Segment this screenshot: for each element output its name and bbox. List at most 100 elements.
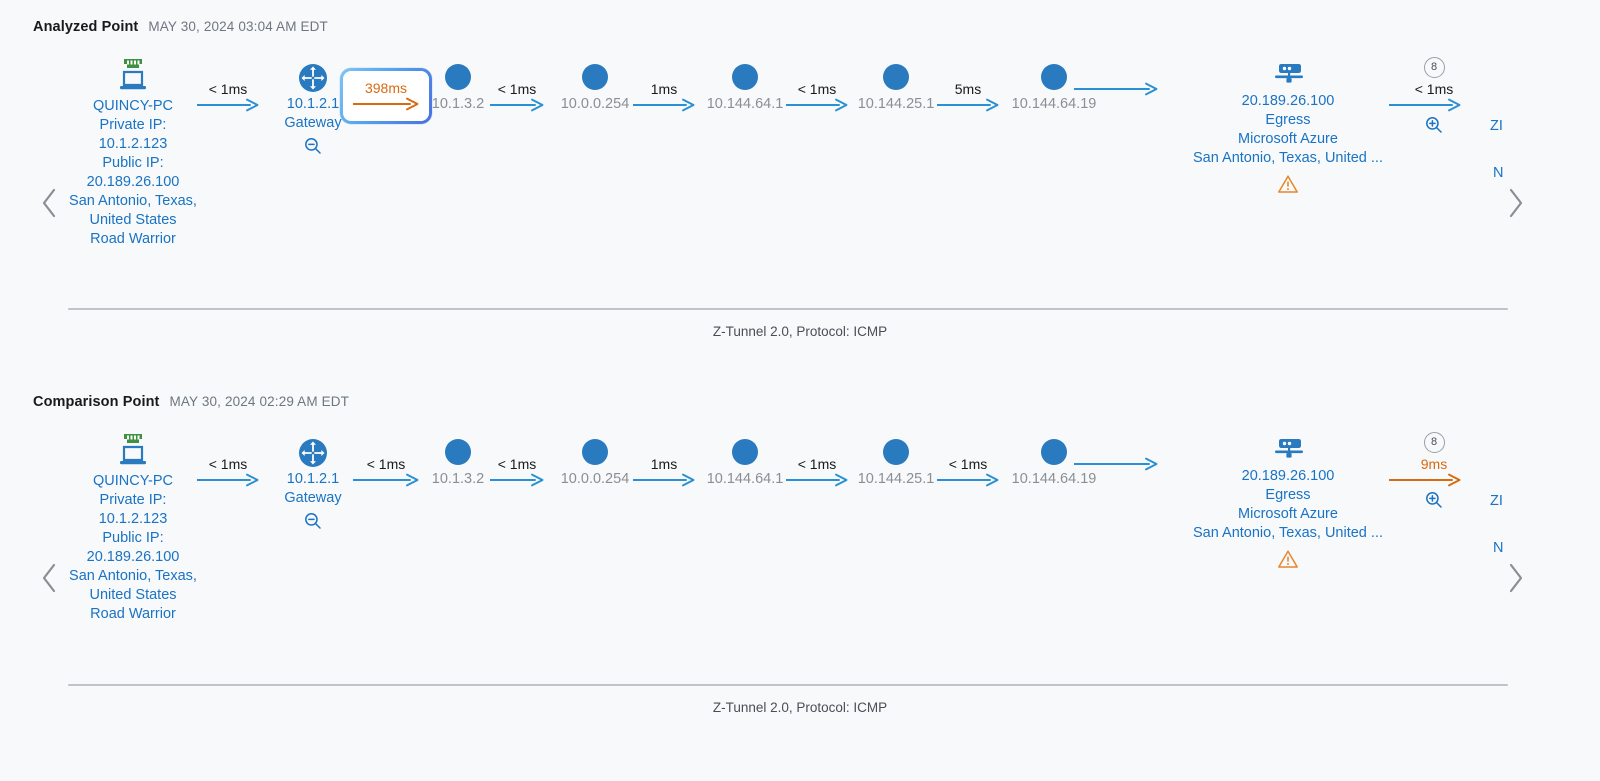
link-segment[interactable]: 1ms: [633, 456, 695, 487]
tunnel-protocol-note: Z-Tunnel 2.0, Protocol: ICMP: [712, 324, 888, 339]
egress-label: 20.189.26.100: [1241, 468, 1335, 484]
hop-ip-label: 10.144.25.1: [857, 471, 935, 487]
hop-count-badge: 8: [1423, 57, 1445, 78]
egress-label: Egress: [1265, 112, 1311, 128]
endpoint-label: QUINCY-PC: [92, 98, 174, 114]
link-latency-label: 1ms: [650, 81, 678, 97]
endpoint-label: 10.1.2.123: [98, 136, 168, 152]
link-segment[interactable]: < 1ms: [490, 456, 544, 487]
link-latency-label: 5ms: [954, 81, 982, 97]
egress-label: San Antonio, Texas, United ...: [1193, 150, 1383, 166]
hop-dot-icon: [445, 64, 471, 90]
endpoint-label: Private IP:: [99, 117, 167, 133]
egress-node-comparison[interactable]: 20.189.26.100 Egress Microsoft Azure San An…: [1178, 435, 1398, 569]
link-latency-label: < 1ms: [948, 456, 988, 472]
link-segment[interactable]: < 1ms: [197, 456, 259, 487]
link-segment[interactable]: [1074, 456, 1158, 471]
hop-node[interactable]: 10.144.25.1: [841, 439, 951, 487]
hop-dot-icon: [883, 439, 909, 465]
hop-dot-icon: [445, 439, 471, 465]
zoom-out-icon[interactable]: [238, 511, 388, 531]
link-latency-label: 398ms: [364, 80, 408, 96]
egress-label: Microsoft Azure: [1238, 131, 1338, 147]
link-latency-label: < 1ms: [797, 81, 837, 97]
warning-triangle-icon[interactable]: [1178, 549, 1398, 569]
egress-label: Egress: [1265, 487, 1311, 503]
endpoint-label: 10.1.2.123: [98, 511, 168, 527]
hop-dot-icon: [582, 64, 608, 90]
section-timestamp: MAY 30, 2024 03:04 AM EDT: [148, 19, 328, 34]
egress-label: San Antonio, Texas, United ...: [1193, 525, 1383, 541]
hop-dot-icon: [732, 439, 758, 465]
link-segment[interactable]: < 1ms: [786, 81, 848, 112]
edge-label-primary: ZI: [1490, 493, 1503, 509]
hop-node[interactable]: 10.144.25.1: [841, 64, 951, 112]
section-title: Analyzed Point: [33, 19, 139, 35]
hop-node[interactable]: 10.144.64.1: [690, 439, 800, 487]
endpoint-label: San Antonio, Texas, United States: [69, 568, 197, 603]
server-icon: [1178, 435, 1398, 465]
link-latency-label: 1ms: [650, 456, 678, 472]
link-latency-label: < 1ms: [497, 456, 537, 472]
link-latency-label: < 1ms: [208, 456, 248, 472]
hop-dot-icon: [1041, 64, 1067, 90]
final-link-analyzed[interactable]: 8 < 1ms: [1389, 57, 1479, 135]
link-latency-label: < 1ms: [366, 456, 406, 472]
edge-label-primary: ZI: [1490, 118, 1503, 134]
endpoint-label: Road Warrior: [90, 606, 176, 622]
gateway-label: Gateway: [284, 490, 342, 506]
network-path-comparison-view: Analyzed Point MAY 30, 2024 03:04 AM EDT: [0, 0, 1600, 781]
edge-label-secondary: N: [1493, 540, 1504, 556]
final-link-latency-label: 9ms: [1420, 456, 1448, 472]
endpoint-label: San Antonio, Texas, United States: [69, 193, 197, 228]
link-highlighted[interactable]: 398ms: [340, 68, 432, 124]
warning-triangle-icon[interactable]: [1178, 174, 1398, 194]
tunnel-protocol-note: Z-Tunnel 2.0, Protocol: ICMP: [712, 700, 888, 715]
hop-ip-label: 10.144.64.1: [706, 96, 784, 112]
section-header-comparison: Comparison Point MAY 30, 2024 02:29 AM E…: [33, 394, 349, 410]
link-segment[interactable]: 1ms: [633, 81, 695, 112]
link-segment[interactable]: < 1ms: [786, 456, 848, 487]
endpoint-label: 20.189.26.100: [86, 174, 180, 190]
next-path-button-analyzed[interactable]: [1504, 186, 1526, 220]
endpoint-label: Public IP:: [102, 530, 164, 546]
section-title: Comparison Point: [33, 394, 160, 410]
link-latency-label: < 1ms: [208, 81, 248, 97]
final-link-latency-label: < 1ms: [1414, 81, 1454, 97]
endpoint-label: Private IP:: [99, 492, 167, 508]
endpoint-label: Road Warrior: [90, 231, 176, 247]
section-divider: [68, 308, 1508, 310]
link-segment[interactable]: < 1ms: [490, 81, 544, 112]
link-segment[interactable]: < 1ms: [197, 81, 259, 112]
egress-label: 20.189.26.100: [1241, 93, 1335, 109]
zoom-out-icon[interactable]: [238, 136, 388, 156]
section-header-analyzed: Analyzed Point MAY 30, 2024 03:04 AM EDT: [33, 19, 328, 35]
egress-label: Microsoft Azure: [1238, 506, 1338, 522]
endpoint-node-comparison[interactable]: QUINCY-PC Private IP: 10.1.2.123 Public IP:…: [58, 430, 208, 624]
next-path-button-comparison[interactable]: [1504, 561, 1526, 595]
hop-dot-icon: [883, 64, 909, 90]
hop-ip-label: 10.144.64.19: [1011, 96, 1097, 112]
link-segment[interactable]: < 1ms: [937, 456, 999, 487]
link-segment[interactable]: < 1ms: [353, 456, 419, 487]
final-link-comparison[interactable]: 8 9ms: [1389, 432, 1479, 510]
hop-count-badge: 8: [1423, 432, 1445, 453]
zoom-in-icon[interactable]: [1389, 115, 1479, 135]
section-divider: [68, 684, 1508, 686]
hop-ip-label: 10.144.64.1: [706, 471, 784, 487]
hop-node[interactable]: 10.144.64.1: [690, 64, 800, 112]
laptop-ethernet-icon: [58, 55, 208, 95]
endpoint-node-analyzed[interactable]: QUINCY-PC Private IP: 10.1.2.123 Public IP:…: [58, 55, 208, 249]
link-segment[interactable]: [1074, 81, 1158, 96]
section-timestamp: MAY 30, 2024 02:29 AM EDT: [169, 394, 350, 409]
egress-node-analyzed[interactable]: 20.189.26.100 Egress Microsoft Azure San An…: [1178, 60, 1398, 194]
link-latency-label: < 1ms: [497, 81, 537, 97]
server-icon: [1178, 60, 1398, 90]
hop-dot-icon: [1041, 439, 1067, 465]
zoom-in-icon[interactable]: [1389, 490, 1479, 510]
hop-dot-icon: [732, 64, 758, 90]
endpoint-label: Public IP:: [102, 155, 164, 171]
link-segment[interactable]: 5ms: [937, 81, 999, 112]
endpoint-label: QUINCY-PC: [92, 473, 174, 489]
link-latency-label: < 1ms: [797, 456, 837, 472]
